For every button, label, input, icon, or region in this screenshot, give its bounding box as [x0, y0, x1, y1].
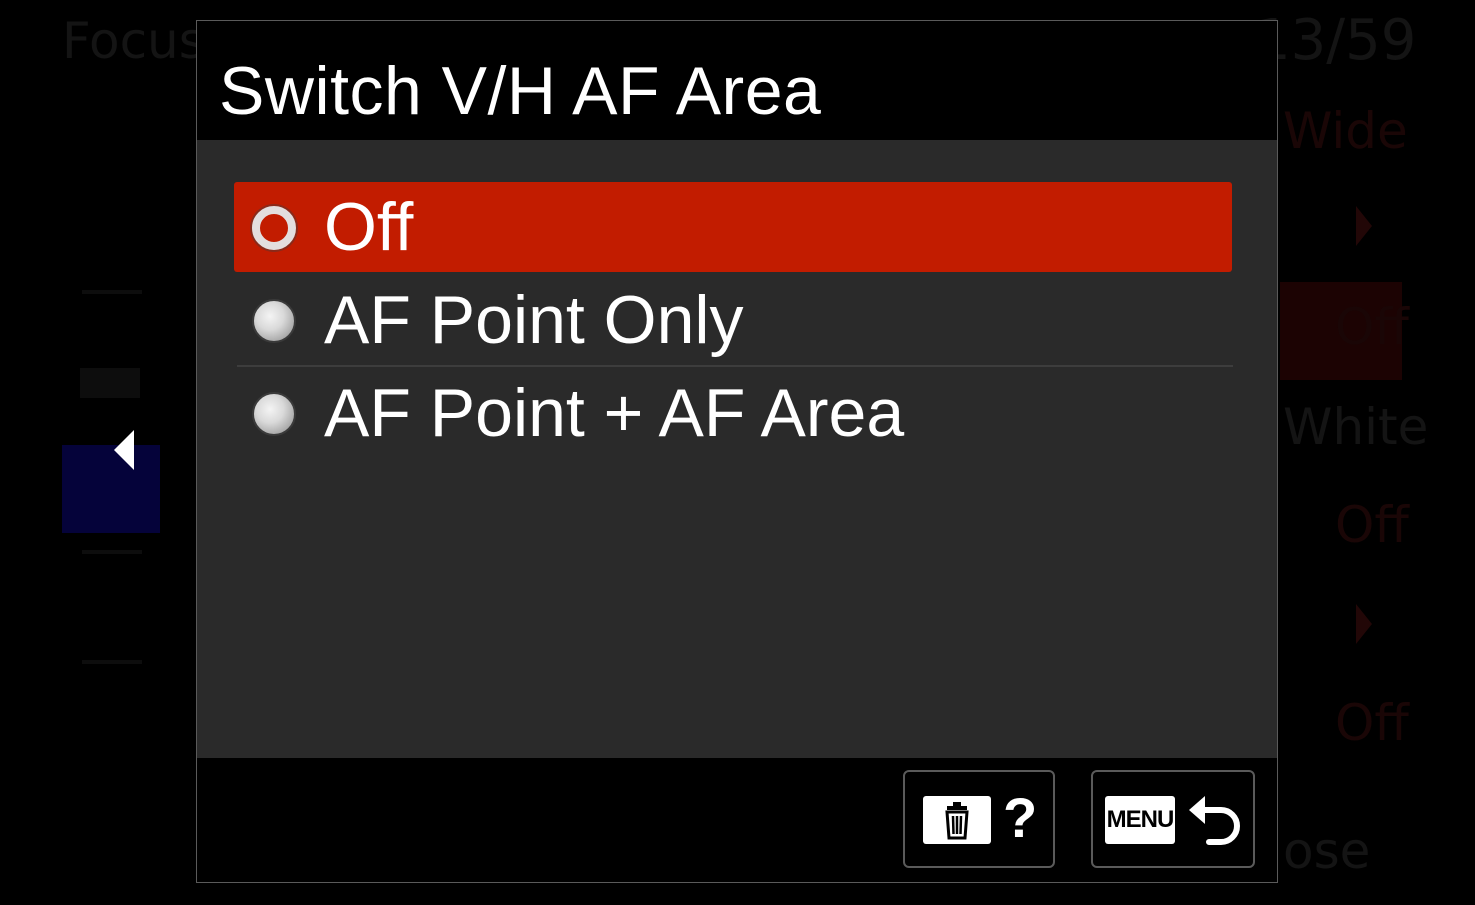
background-arrow-icon: [1356, 604, 1372, 644]
camera-menu-screen: Focus 13/59 Wide Off White Off Off ose S…: [0, 0, 1475, 905]
background-item-value: Off: [1335, 694, 1409, 752]
background-item-value: Off: [1335, 496, 1409, 554]
dialog-footer: ? MENU: [197, 758, 1277, 882]
background-page-indicator: 13/59: [1255, 8, 1417, 73]
question-mark-icon: ?: [1003, 786, 1038, 849]
dialog-title: Switch V/H AF Area: [219, 53, 822, 129]
background-item-value: White: [1283, 398, 1429, 456]
background-close-label: ose: [1283, 822, 1371, 880]
option-label: AF Point + AF Area: [324, 375, 905, 451]
background-item-value: Off: [1335, 298, 1409, 356]
radio-selected-icon: [252, 206, 296, 250]
option-label: Off: [324, 189, 414, 265]
option-af-point-only[interactable]: AF Point Only: [234, 275, 1232, 365]
trash-icon: [923, 796, 991, 844]
switch-vh-af-area-dialog: Switch V/H AF Area Off AF Point Only AF …: [196, 20, 1278, 883]
background-item-value: Wide: [1283, 102, 1408, 160]
help-button[interactable]: ?: [903, 770, 1055, 868]
background-menu-title: Focus: [62, 12, 205, 70]
background-divider: [82, 660, 142, 664]
radio-unselected-icon: [252, 299, 296, 343]
option-af-point-plus-af-area[interactable]: AF Point + AF Area: [234, 368, 1232, 458]
option-off[interactable]: Off: [234, 182, 1232, 272]
return-arrow-icon: [1187, 792, 1247, 852]
option-label: AF Point Only: [324, 282, 744, 358]
left-arrow-icon[interactable]: [114, 430, 134, 470]
radio-unselected-icon: [252, 392, 296, 436]
menu-icon: MENU: [1105, 796, 1175, 844]
option-divider: [237, 365, 1233, 367]
background-icon: [80, 368, 140, 398]
back-button[interactable]: MENU: [1091, 770, 1255, 868]
background-divider: [82, 290, 142, 294]
background-arrow-icon: [1356, 206, 1372, 246]
background-divider: [82, 550, 142, 554]
background-mode-tile: [62, 445, 160, 533]
dialog-header: Switch V/H AF Area: [197, 21, 1277, 140]
